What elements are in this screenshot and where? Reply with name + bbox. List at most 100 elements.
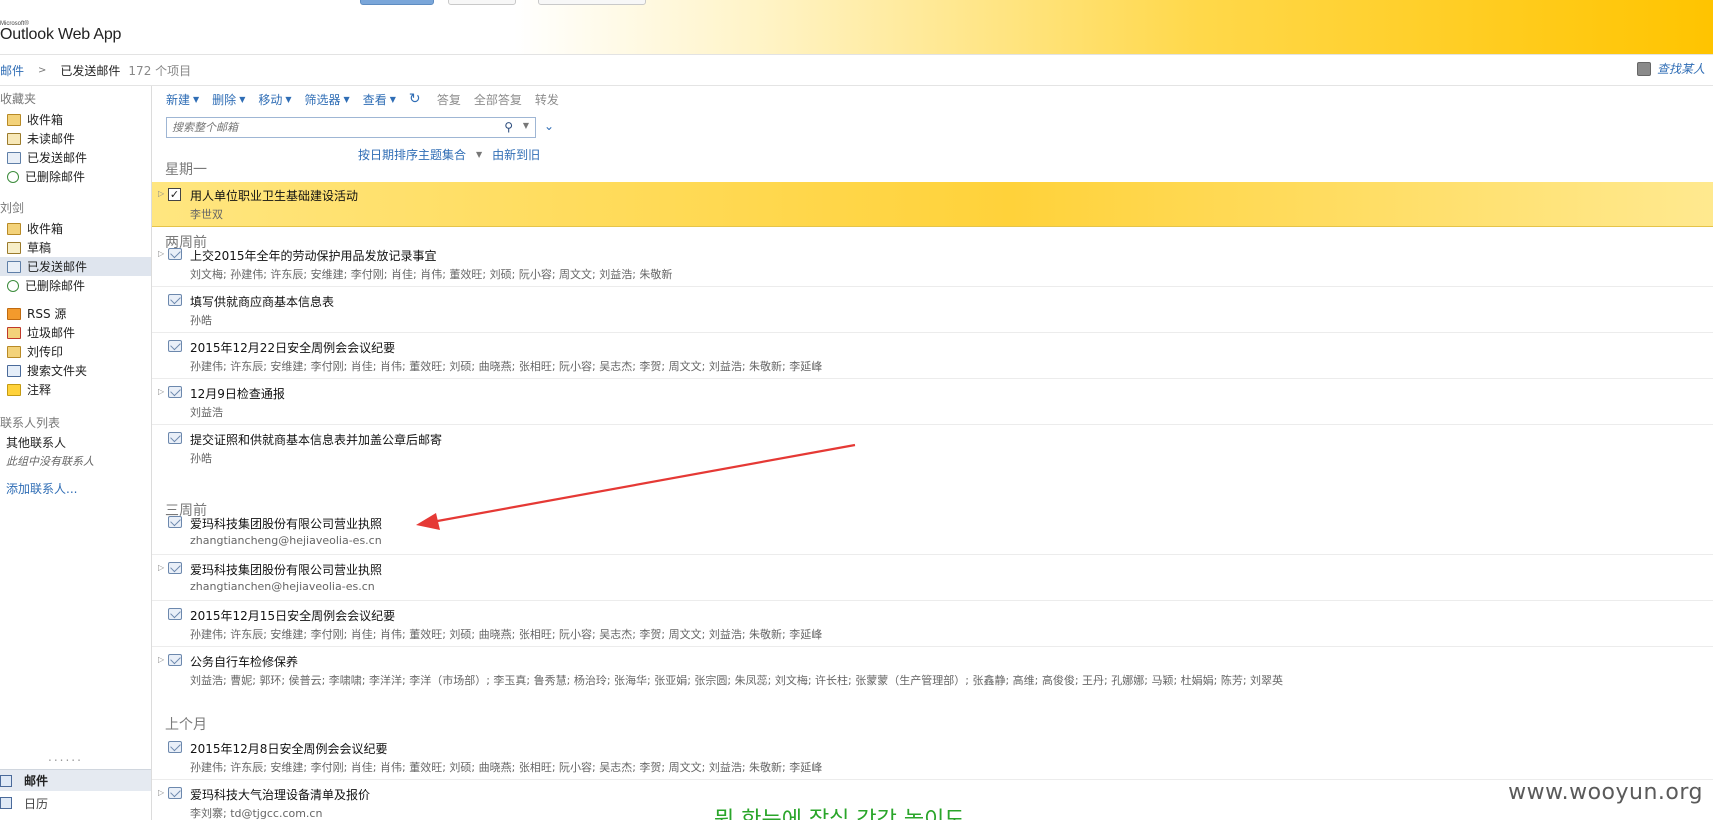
message-from: 孙建伟; 许东辰; 安维建; 李付刚; 肖佳; 肖伟; 董效旺; 刘硕; 曲晓燕…: [190, 761, 823, 774]
address-book-icon: [1636, 61, 1651, 76]
nav-custom-folder[interactable]: 刘传印: [0, 342, 151, 361]
message-row[interactable]: ▷ 12月9日检查通报 刘益浩: [152, 380, 1713, 425]
nav-label: 注释: [27, 383, 52, 397]
search-input[interactable]: [167, 121, 487, 134]
find-people-label: 查找某人: [1656, 62, 1705, 76]
message-subject: 爱玛科技大气治理设备清单及报价: [190, 788, 371, 802]
nav-label: 已发送邮件: [27, 151, 88, 165]
folder-icon: [7, 345, 21, 358]
nav-favorites-unread[interactable]: 未读邮件: [0, 129, 151, 148]
message-row[interactable]: 提交证照和供就商基本信息表并加盖公章后邮寄 孙皓: [152, 426, 1713, 471]
sent-mail-icon: [168, 516, 182, 528]
sent-mail-icon: [168, 432, 182, 444]
item-count: 172 个项目: [128, 63, 192, 78]
nav-sent[interactable]: 已发送邮件: [0, 257, 151, 276]
message-from: 孙建伟; 许东辰; 安维建; 李付刚; 肖佳; 肖伟; 董效旺; 刘硕; 曲晓燕…: [190, 628, 823, 641]
message-row[interactable]: ▷ ✓ 用人单位职业卫生基础建设活动 李世双: [152, 182, 1713, 227]
breadcrumb-root[interactable]: 邮件: [0, 62, 24, 79]
expand-conversation-icon[interactable]: ▷: [158, 387, 164, 396]
find-people-link[interactable]: 查找某人: [1636, 60, 1705, 77]
nav-deleted[interactable]: 已删除邮件: [0, 276, 151, 295]
view-button[interactable]: 查看 ▼: [363, 91, 396, 108]
top-button-2[interactable]: [448, 0, 516, 5]
app-title: Outlook Web App: [0, 26, 122, 43]
header-divider: [0, 85, 1713, 86]
expand-search-icon[interactable]: ⌄: [544, 119, 554, 133]
message-from: 孙皓: [190, 452, 212, 465]
nav-drafts[interactable]: 草稿: [0, 238, 151, 257]
button-label: 删除: [212, 92, 237, 107]
message-row[interactable]: 2015年12月8日安全周例会会议纪要 孙建伟; 许东辰; 安维建; 李付刚; …: [152, 735, 1713, 780]
top-button-1[interactable]: [360, 0, 434, 5]
delete-button[interactable]: 删除 ▼: [212, 91, 245, 108]
search-box: ⚲ ▼: [166, 117, 536, 138]
search-icon[interactable]: ⚲: [504, 120, 513, 134]
message-from: zhangtianchen@hejiaveolia-es.cn: [190, 580, 375, 593]
forward-button[interactable]: 转发: [535, 91, 559, 108]
nav-label: 日历: [24, 796, 49, 811]
message-subject: 12月9日检查通报: [190, 387, 285, 401]
add-contact-link[interactable]: 添加联系人...: [6, 480, 77, 497]
arrange-by-button[interactable]: 按日期排序主题集合: [358, 146, 466, 163]
reply-button[interactable]: 答复: [437, 91, 461, 108]
new-button[interactable]: 新建 ▼: [166, 91, 199, 108]
nav-label: RSS 源: [27, 307, 67, 321]
inbox-folder-icon: [7, 113, 21, 126]
sort-order-button[interactable]: 由新到旧: [492, 146, 540, 163]
nav-favorites-sent[interactable]: 已发送邮件: [0, 148, 151, 167]
nav-rss[interactable]: RSS 源: [0, 304, 151, 323]
inbox-folder-icon: [7, 222, 21, 235]
move-button[interactable]: 移动 ▼: [258, 91, 291, 108]
nav-inbox[interactable]: 收件箱: [0, 219, 151, 238]
pane-resize-handle[interactable]: ......: [48, 750, 83, 764]
message-subject: 爱玛科技集团股份有限公司营业执照: [190, 563, 383, 577]
message-subject: 2015年12月15日安全周例会会议纪要: [190, 609, 396, 623]
expand-conversation-icon[interactable]: ▷: [158, 189, 164, 198]
nav-calendar-module[interactable]: 日历: [0, 792, 151, 814]
expand-conversation-icon[interactable]: ▷: [158, 249, 164, 258]
filter-button[interactable]: 筛选器 ▼: [305, 91, 350, 108]
message-subject: 2015年12月22日安全周例会会议纪要: [190, 341, 396, 355]
selected-checkbox[interactable]: ✓: [168, 188, 181, 201]
sent-mail-icon: [168, 248, 182, 260]
message-row[interactable]: ▷ 公务自行车检修保养 刘益浩; 曹妮; 郭环; 侯普云; 李啸啸; 李洋洋; …: [152, 648, 1713, 693]
breadcrumb: 邮件 > 已发送邮件 172 个项目: [0, 60, 191, 80]
calendar-icon: [0, 797, 12, 809]
refresh-icon[interactable]: ↻: [409, 92, 423, 106]
nav-favorites-deleted[interactable]: 已删除邮件: [0, 167, 151, 186]
nav-favorites-inbox[interactable]: 收件箱: [0, 110, 151, 129]
top-button-3[interactable]: [538, 0, 646, 5]
nav-notes[interactable]: 注释: [0, 380, 151, 399]
expand-conversation-icon[interactable]: ▷: [158, 655, 164, 664]
nav-label: 未读邮件: [27, 132, 76, 146]
nav-mail-module[interactable]: 邮件: [0, 769, 151, 791]
mailbox-owner[interactable]: 刘剑: [0, 199, 24, 216]
message-row[interactable]: 填写供就商应商基本信息表 孙皓: [152, 288, 1713, 333]
chevron-down-icon: ▼: [193, 94, 200, 104]
nav-search-folders[interactable]: 搜索文件夹: [0, 361, 151, 380]
message-row[interactable]: 2015年12月22日安全周例会会议纪要 孙建伟; 许东辰; 安维建; 李付刚;…: [152, 334, 1713, 379]
expand-conversation-icon[interactable]: ▷: [158, 788, 164, 797]
message-row[interactable]: 爱玛科技集团股份有限公司营业执照 zhangtiancheng@hejiaveo…: [152, 510, 1713, 555]
group-header: 上个月: [165, 717, 207, 733]
contacts-group[interactable]: 其他联系人: [6, 434, 66, 451]
junk-folder-icon: [7, 326, 21, 339]
button-label: 新建: [166, 92, 191, 107]
chevron-down-icon[interactable]: ▼: [476, 150, 482, 159]
message-subject: 填写供就商应商基本信息表: [190, 295, 335, 309]
sent-folder-icon: [7, 151, 21, 164]
message-subject: 公务自行车检修保养: [190, 655, 299, 669]
expand-conversation-icon[interactable]: ▷: [158, 563, 164, 572]
nav-label: 收件箱: [27, 113, 64, 127]
message-row[interactable]: ▷ 上交2015年全年的劳动保护用品发放记录事宜 刘文梅; 孙建伟; 许东辰; …: [152, 242, 1713, 287]
toolbar: 新建 ▼ 删除 ▼ 移动 ▼ 筛选器 ▼ 查看 ▼ ↻ 答复 全部答复 转发: [166, 90, 572, 108]
message-subject: 提交证照和供就商基本信息表并加盖公章后邮寄: [190, 433, 443, 447]
sent-mail-icon: [168, 608, 182, 620]
message-row[interactable]: ▷ 爱玛科技集团股份有限公司营业执照 zhangtianchen@hejiave…: [152, 556, 1713, 601]
message-from: zhangtiancheng@hejiaveolia-es.cn: [190, 534, 382, 547]
message-row[interactable]: 2015年12月15日安全周例会会议纪要 孙建伟; 许东辰; 安维建; 李付刚;…: [152, 602, 1713, 647]
chevron-down-icon[interactable]: ▼: [523, 121, 529, 130]
sent-mail-icon: [168, 741, 182, 753]
nav-junk[interactable]: 垃圾邮件: [0, 323, 151, 342]
reply-all-button[interactable]: 全部答复: [474, 91, 522, 108]
